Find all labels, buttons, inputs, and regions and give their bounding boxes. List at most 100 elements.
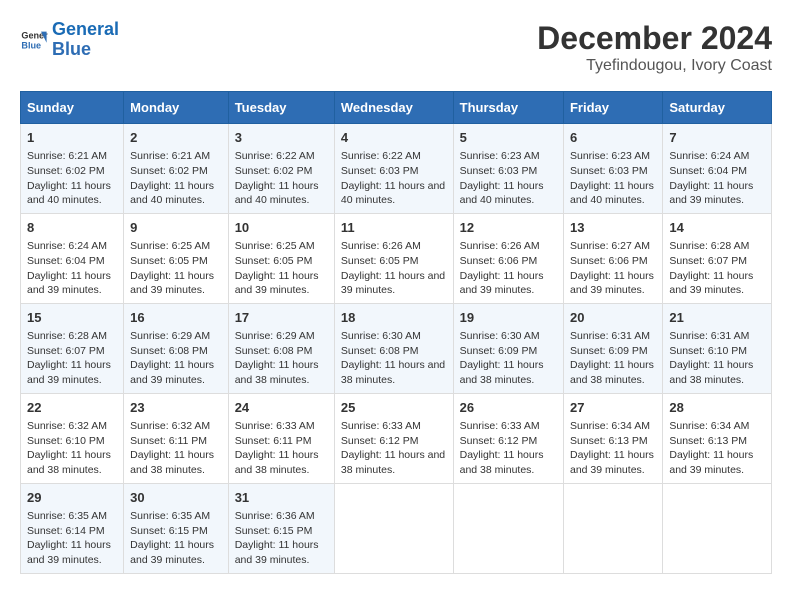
daylight-text: Daylight: 11 hours and 40 minutes. — [460, 179, 557, 208]
sunset-text: Sunset: 6:05 PM — [130, 254, 222, 269]
sunset-text: Sunset: 6:11 PM — [130, 434, 222, 449]
daylight-text: Daylight: 11 hours and 38 minutes. — [235, 358, 328, 387]
sunrise-text: Sunrise: 6:25 AM — [130, 239, 222, 254]
day-number: 27 — [570, 399, 656, 417]
daylight-text: Daylight: 11 hours and 39 minutes. — [460, 269, 557, 298]
sunset-text: Sunset: 6:09 PM — [460, 344, 557, 359]
sunset-text: Sunset: 6:02 PM — [27, 164, 117, 179]
sunrise-text: Sunrise: 6:33 AM — [235, 419, 328, 434]
daylight-text: Daylight: 11 hours and 39 minutes. — [341, 269, 447, 298]
daylight-text: Daylight: 11 hours and 38 minutes. — [460, 448, 557, 477]
calendar-cell: 21Sunrise: 6:31 AMSunset: 6:10 PMDayligh… — [663, 303, 772, 393]
sunset-text: Sunset: 6:06 PM — [570, 254, 656, 269]
daylight-text: Daylight: 11 hours and 39 minutes. — [130, 269, 222, 298]
sunset-text: Sunset: 6:12 PM — [460, 434, 557, 449]
sunrise-text: Sunrise: 6:30 AM — [460, 329, 557, 344]
calendar-cell: 13 Sunrise: 6:27 AMSunset: 6:06 PMDayligh… — [563, 213, 662, 303]
sunrise-text: Sunrise: 6:32 AM — [27, 419, 117, 434]
sunset-text: Sunset: 6:06 PM — [460, 254, 557, 269]
day-number: 5 — [460, 129, 557, 147]
calendar-cell: 14Sunrise: 6:28 AMSunset: 6:07 PMDayligh… — [663, 213, 772, 303]
calendar-cell: 17Sunrise: 6:29 AMSunset: 6:08 PMDayligh… — [228, 303, 334, 393]
sunset-text: Sunset: 6:05 PM — [341, 254, 447, 269]
sunrise-text: Sunrise: 6:33 AM — [341, 419, 447, 434]
day-number: 13 — [570, 219, 656, 237]
calendar-cell: 28Sunrise: 6:34 AMSunset: 6:13 PMDayligh… — [663, 393, 772, 483]
sunrise-text: Sunrise: 6:26 AM — [341, 239, 447, 254]
sunrise-text: Sunrise: 6:27 AM — [570, 239, 656, 254]
sunset-text: Sunset: 6:04 PM — [669, 164, 765, 179]
sunrise-text: Sunrise: 6:29 AM — [130, 329, 222, 344]
calendar-cell: 3Sunrise: 6:22 AMSunset: 6:02 PMDaylight… — [228, 124, 334, 214]
day-number: 15 — [27, 309, 117, 327]
sunset-text: Sunset: 6:15 PM — [130, 524, 222, 539]
calendar-cell: 2Sunrise: 6:21 AMSunset: 6:02 PMDaylight… — [124, 124, 229, 214]
daylight-text: Daylight: 11 hours and 39 minutes. — [235, 538, 328, 567]
calendar-cell: 19Sunrise: 6:30 AMSunset: 6:09 PMDayligh… — [453, 303, 563, 393]
sunrise-text: Sunrise: 6:34 AM — [669, 419, 765, 434]
day-number: 30 — [130, 489, 222, 507]
col-header-monday: Monday — [124, 92, 229, 124]
col-header-saturday: Saturday — [663, 92, 772, 124]
daylight-text: Daylight: 11 hours and 39 minutes. — [669, 269, 765, 298]
sunset-text: Sunset: 6:08 PM — [130, 344, 222, 359]
daylight-text: Daylight: 11 hours and 40 minutes. — [130, 179, 222, 208]
sunrise-text: Sunrise: 6:28 AM — [27, 329, 117, 344]
day-number: 31 — [235, 489, 328, 507]
sunrise-text: Sunrise: 6:24 AM — [27, 239, 117, 254]
sunrise-text: Sunrise: 6:26 AM — [460, 239, 557, 254]
daylight-text: Daylight: 11 hours and 39 minutes. — [235, 269, 328, 298]
calendar-cell: 25Sunrise: 6:33 AMSunset: 6:12 PMDayligh… — [334, 393, 453, 483]
day-number: 18 — [341, 309, 447, 327]
sunrise-text: Sunrise: 6:32 AM — [130, 419, 222, 434]
col-header-tuesday: Tuesday — [228, 92, 334, 124]
daylight-text: Daylight: 11 hours and 38 minutes. — [341, 358, 447, 387]
calendar-cell: 26Sunrise: 6:33 AMSunset: 6:12 PMDayligh… — [453, 393, 563, 483]
daylight-text: Daylight: 11 hours and 39 minutes. — [27, 269, 117, 298]
sunset-text: Sunset: 6:02 PM — [235, 164, 328, 179]
day-number: 3 — [235, 129, 328, 147]
calendar-table: SundayMondayTuesdayWednesdayThursdayFrid… — [20, 91, 772, 574]
logo-line2: Blue — [52, 39, 91, 59]
daylight-text: Daylight: 11 hours and 39 minutes. — [570, 269, 656, 298]
sunset-text: Sunset: 6:13 PM — [669, 434, 765, 449]
calendar-cell: 29Sunrise: 6:35 AMSunset: 6:14 PMDayligh… — [21, 483, 124, 573]
calendar-cell: 27Sunrise: 6:34 AMSunset: 6:13 PMDayligh… — [563, 393, 662, 483]
day-number: 8 — [27, 219, 117, 237]
daylight-text: Daylight: 11 hours and 39 minutes. — [130, 538, 222, 567]
daylight-text: Daylight: 11 hours and 38 minutes. — [130, 448, 222, 477]
sunrise-text: Sunrise: 6:21 AM — [27, 149, 117, 164]
daylight-text: Daylight: 11 hours and 39 minutes. — [27, 538, 117, 567]
daylight-text: Daylight: 11 hours and 40 minutes. — [341, 179, 447, 208]
col-header-sunday: Sunday — [21, 92, 124, 124]
sunrise-text: Sunrise: 6:22 AM — [235, 149, 328, 164]
calendar-cell: 12Sunrise: 6:26 AMSunset: 6:06 PMDayligh… — [453, 213, 563, 303]
calendar-cell: 4Sunrise: 6:22 AMSunset: 6:03 PMDaylight… — [334, 124, 453, 214]
sunrise-text: Sunrise: 6:30 AM — [341, 329, 447, 344]
logo-icon: General Blue — [20, 26, 48, 54]
sunrise-text: Sunrise: 6:29 AM — [235, 329, 328, 344]
day-number: 16 — [130, 309, 222, 327]
day-number: 26 — [460, 399, 557, 417]
calendar-cell: 30Sunrise: 6:35 AMSunset: 6:15 PMDayligh… — [124, 483, 229, 573]
calendar-cell: 18Sunrise: 6:30 AMSunset: 6:08 PMDayligh… — [334, 303, 453, 393]
sunset-text: Sunset: 6:07 PM — [27, 344, 117, 359]
week-row-5: 29Sunrise: 6:35 AMSunset: 6:14 PMDayligh… — [21, 483, 772, 573]
calendar-cell: 6Sunrise: 6:23 AMSunset: 6:03 PMDaylight… — [563, 124, 662, 214]
calendar-cell: 9Sunrise: 6:25 AMSunset: 6:05 PMDaylight… — [124, 213, 229, 303]
daylight-text: Daylight: 11 hours and 39 minutes. — [27, 358, 117, 387]
calendar-cell: 20Sunrise: 6:31 AMSunset: 6:09 PMDayligh… — [563, 303, 662, 393]
sunrise-text: Sunrise: 6:28 AM — [669, 239, 765, 254]
week-row-3: 15Sunrise: 6:28 AMSunset: 6:07 PMDayligh… — [21, 303, 772, 393]
sunset-text: Sunset: 6:07 PM — [669, 254, 765, 269]
sunrise-text: Sunrise: 6:31 AM — [570, 329, 656, 344]
sunrise-text: Sunrise: 6:35 AM — [27, 509, 117, 524]
calendar-cell — [453, 483, 563, 573]
daylight-text: Daylight: 11 hours and 38 minutes. — [570, 358, 656, 387]
logo: General Blue General Blue — [20, 20, 119, 60]
day-number: 24 — [235, 399, 328, 417]
sunset-text: Sunset: 6:09 PM — [570, 344, 656, 359]
week-row-4: 22Sunrise: 6:32 AMSunset: 6:10 PMDayligh… — [21, 393, 772, 483]
daylight-text: Daylight: 11 hours and 39 minutes. — [130, 358, 222, 387]
calendar-cell: 22Sunrise: 6:32 AMSunset: 6:10 PMDayligh… — [21, 393, 124, 483]
